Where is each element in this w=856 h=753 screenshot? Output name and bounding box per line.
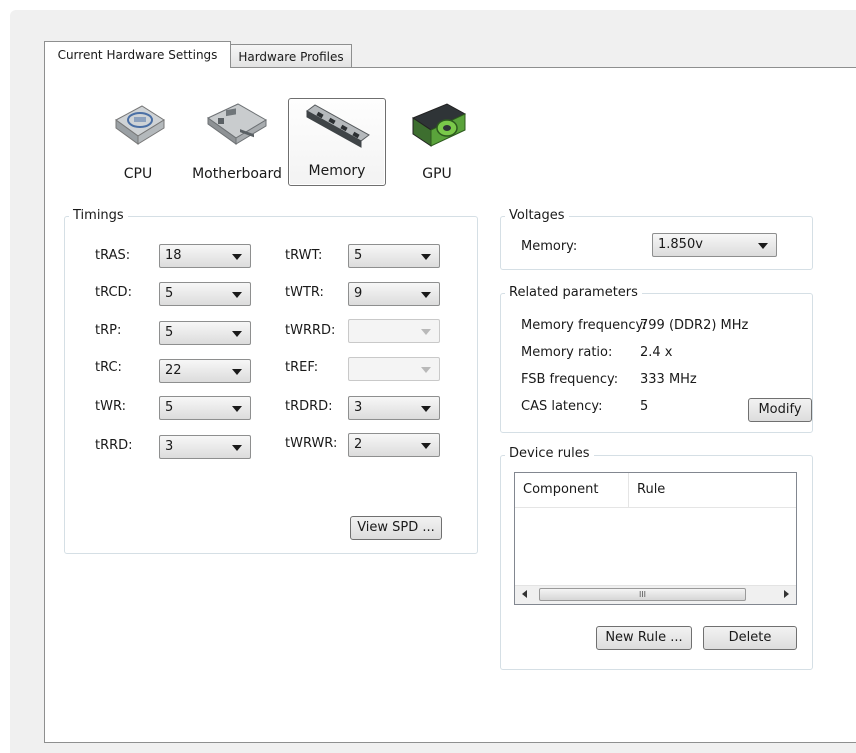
tref-select — [348, 357, 440, 381]
delete-button[interactable]: Delete — [703, 626, 797, 650]
timings-group-title: Timings — [69, 208, 128, 223]
tab-current-hardware-settings[interactable]: Current Hardware Settings — [44, 41, 231, 68]
trwt-label: tRWT: — [285, 248, 323, 263]
chevron-down-icon — [421, 443, 431, 449]
trdrd-select[interactable]: 3 — [348, 396, 440, 420]
trwt-value: 5 — [354, 248, 363, 263]
fsb-frequency-value: 333 MHz — [640, 372, 697, 387]
new-rule-button[interactable]: New Rule ... — [596, 626, 692, 650]
memory-frequency-value: 799 (DDR2) MHz — [640, 318, 749, 333]
trcd-select[interactable]: 5 — [159, 282, 251, 306]
category-cpu-label: CPU — [123, 166, 153, 182]
chevron-down-icon — [232, 331, 242, 337]
cpu-chip-icon — [115, 105, 165, 145]
category-motherboard-button[interactable]: Motherboard — [187, 98, 287, 188]
scroll-thumb-grip: III — [638, 590, 647, 599]
category-memory-label: Memory — [308, 163, 366, 179]
trc-value: 22 — [165, 363, 182, 378]
related-parameters-title: Related parameters — [505, 285, 642, 300]
trwt-select[interactable]: 5 — [348, 244, 440, 268]
scroll-left-arrow-icon[interactable] — [522, 590, 527, 598]
device-rules-title: Device rules — [505, 446, 594, 461]
trp-label: tRP: — [95, 323, 122, 338]
chevron-down-icon — [758, 243, 768, 249]
category-cpu-button[interactable]: CPU — [95, 98, 181, 188]
twrwr-value: 2 — [354, 437, 363, 452]
trcd-label: tRCD: — [95, 285, 132, 300]
tras-value: 18 — [165, 248, 182, 263]
memory-voltage-label: Memory: — [521, 239, 578, 254]
memory-ratio-value: 2.4 x — [640, 345, 673, 360]
tab-hardware-profiles[interactable]: Hardware Profiles — [230, 44, 352, 68]
twtr-label: tWTR: — [285, 285, 324, 300]
cas-latency-value: 5 — [640, 399, 649, 414]
horizontal-scrollbar[interactable]: III — [515, 585, 796, 604]
chevron-down-icon — [232, 292, 242, 298]
scroll-thumb[interactable]: III — [539, 588, 746, 601]
tras-label: tRAS: — [95, 248, 131, 263]
motherboard-icon — [207, 103, 267, 145]
chevron-down-icon — [421, 329, 431, 335]
trrd-label: tRRD: — [95, 438, 133, 453]
voltages-group-title: Voltages — [505, 208, 569, 223]
twrrd-select — [348, 319, 440, 343]
tras-select[interactable]: 18 — [159, 244, 251, 268]
chevron-down-icon — [421, 406, 431, 412]
twr-label: tWR: — [95, 399, 126, 414]
view-spd-button[interactable]: View SPD ... — [350, 516, 442, 540]
memory-ratio-label: Memory ratio: — [521, 345, 613, 360]
twtr-select[interactable]: 9 — [348, 282, 440, 306]
category-gpu-button[interactable]: GPU — [397, 98, 477, 188]
memory-frequency-label: Memory frequency: — [521, 318, 647, 333]
chevron-down-icon — [232, 445, 242, 451]
header-divider — [515, 507, 796, 508]
twrwr-label: tWRWR: — [285, 436, 338, 451]
trp-select[interactable]: 5 — [159, 321, 251, 345]
trc-select[interactable]: 22 — [159, 359, 251, 383]
chevron-down-icon — [232, 254, 242, 260]
chevron-down-icon — [421, 292, 431, 298]
trp-value: 5 — [165, 325, 174, 340]
cas-latency-label: CAS latency: — [521, 399, 603, 414]
trdrd-value: 3 — [354, 400, 363, 415]
column-header-rule[interactable]: Rule — [629, 473, 796, 507]
trrd-select[interactable]: 3 — [159, 435, 251, 459]
column-header-component[interactable]: Component — [515, 473, 629, 507]
category-motherboard-label: Motherboard — [192, 166, 282, 182]
category-gpu-label: GPU — [422, 166, 452, 182]
chevron-down-icon — [421, 367, 431, 373]
twrrd-label: tWRRD: — [285, 323, 336, 338]
category-memory-button[interactable]: Memory — [288, 98, 386, 186]
trdrd-label: tRDRD: — [285, 399, 333, 414]
gpu-card-icon — [411, 103, 467, 147]
twtr-value: 9 — [354, 286, 363, 301]
memory-voltage-value: 1.850v — [658, 237, 703, 252]
scroll-right-arrow-icon[interactable] — [784, 590, 789, 598]
trrd-value: 3 — [165, 439, 174, 454]
tref-label: tREF: — [285, 360, 319, 375]
chevron-down-icon — [232, 406, 242, 412]
twr-value: 5 — [165, 400, 174, 415]
twrwr-select[interactable]: 2 — [348, 433, 440, 457]
trc-label: tRC: — [95, 360, 122, 375]
device-rules-list[interactable]: Component Rule III — [514, 472, 797, 605]
twr-select[interactable]: 5 — [159, 396, 251, 420]
modify-button[interactable]: Modify — [748, 398, 812, 422]
memory-voltage-select[interactable]: 1.850v — [652, 233, 777, 257]
fsb-frequency-label: FSB frequency: — [521, 372, 619, 387]
memory-module-icon — [306, 104, 370, 148]
settings-panel: CPU Motherboard Memory GPU Timings tRAS:… — [44, 67, 856, 743]
chevron-down-icon — [421, 254, 431, 260]
chevron-down-icon — [232, 369, 242, 375]
trcd-value: 5 — [165, 286, 174, 301]
